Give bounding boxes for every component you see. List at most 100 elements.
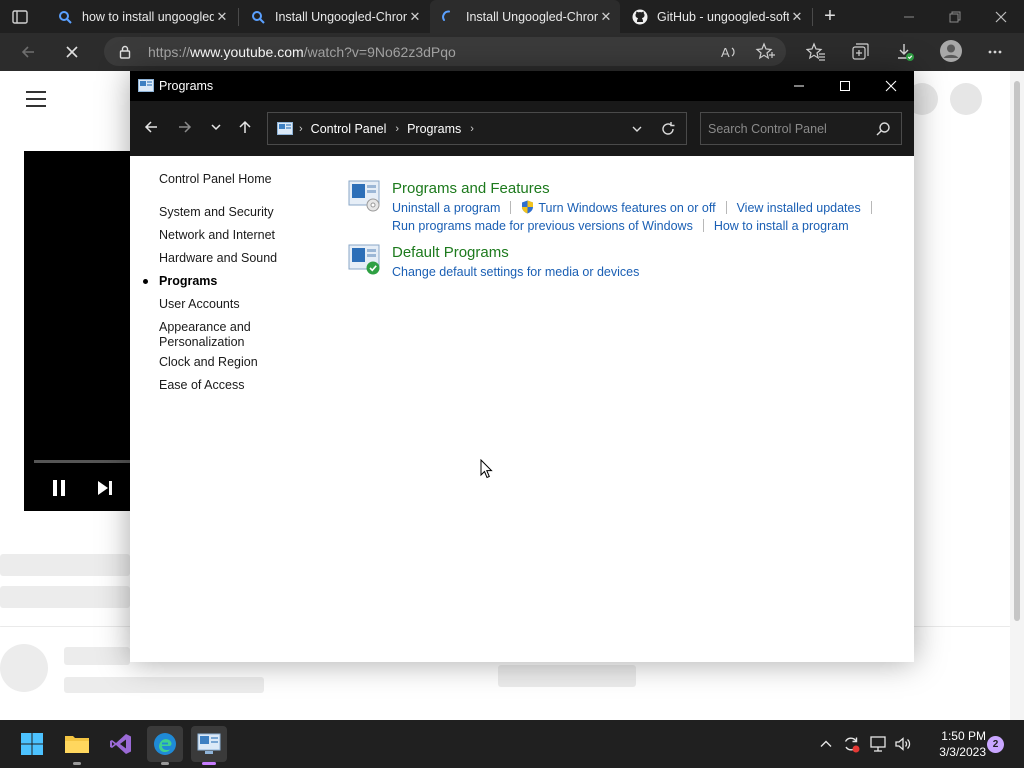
windows-features-link[interactable]: Turn Windows features on or off (538, 201, 715, 215)
sidebar-home-link[interactable]: Control Panel Home (159, 172, 309, 187)
pause-icon[interactable] (48, 477, 70, 499)
browser-minimize-button[interactable] (886, 0, 932, 33)
address-dropdown-chevron-icon[interactable] (630, 122, 644, 136)
breadcrumb-programs[interactable]: Programs (407, 122, 461, 136)
show-hidden-icons-chevron-icon[interactable] (816, 734, 836, 754)
search-box[interactable] (700, 112, 902, 145)
breadcrumb-control-panel[interactable]: Control Panel (311, 122, 387, 136)
lock-icon[interactable] (118, 45, 132, 59)
url-text[interactable]: https://www.youtube.com/watch?v=9No62z3d… (148, 44, 456, 60)
recent-locations-chevron-icon[interactable] (204, 115, 228, 139)
how-to-install-link[interactable]: How to install a program (714, 219, 849, 233)
change-default-settings-link[interactable]: Change default settings for media or dev… (392, 265, 639, 279)
tab-title: GitHub - ungoogled-software (657, 9, 789, 24)
tab-actions-icon[interactable] (10, 7, 30, 27)
sidebar-item-clock-region[interactable]: Clock and Region (159, 355, 309, 370)
uac-shield-icon (521, 200, 534, 214)
breadcrumb-separator[interactable]: › (470, 123, 474, 135)
running-indicator-active (202, 762, 216, 765)
tab-close-icon[interactable]: ✕ (407, 9, 423, 25)
browser-close-button[interactable] (978, 0, 1024, 33)
control-panel-taskbar-icon[interactable] (191, 726, 227, 765)
favorites-icon[interactable] (805, 41, 827, 63)
sidebar-item-system-security[interactable]: System and Security (159, 205, 309, 220)
video-progress-bar[interactable] (34, 460, 130, 463)
scrollbar-thumb[interactable] (1014, 81, 1020, 621)
profile-avatar-icon[interactable] (938, 38, 964, 64)
stop-loading-icon[interactable] (58, 38, 86, 66)
link-divider (725, 201, 727, 214)
mouse-cursor-icon (480, 458, 494, 479)
maximize-button[interactable] (822, 71, 868, 101)
svg-text:A: A (721, 45, 730, 60)
video-player[interactable] (24, 151, 130, 511)
control-panel-icon (277, 121, 293, 136)
close-button[interactable] (868, 71, 914, 101)
uninstall-program-link[interactable]: Uninstall a program (392, 201, 500, 215)
volume-speaker-icon[interactable] (893, 734, 913, 754)
browser-restore-button[interactable] (932, 0, 978, 33)
downloads-icon[interactable] (894, 41, 916, 63)
sync-status-icon[interactable] (841, 734, 861, 754)
visual-studio-icon[interactable] (103, 726, 139, 762)
programs-features-icon (348, 180, 382, 212)
browser-tab-3-active[interactable]: Install Ungoogled-Chromium ✕ (430, 0, 620, 33)
read-aloud-icon[interactable]: A (718, 41, 740, 63)
new-tab-button[interactable]: + (818, 5, 842, 29)
address-breadcrumb[interactable]: › Control Panel › Programs › (267, 112, 687, 145)
view-installed-updates-link[interactable]: View installed updates (737, 201, 861, 215)
collections-icon[interactable] (849, 41, 871, 63)
windows-taskbar: 1:50 PM 3/3/2023 2 (0, 720, 1024, 768)
compatibility-link[interactable]: Run programs made for previous versions … (392, 219, 693, 233)
address-bar[interactable]: https://www.youtube.com/watch?v=9No62z3d… (104, 37, 786, 66)
next-video-icon[interactable] (94, 477, 116, 499)
loading-placeholder (0, 644, 48, 692)
placeholder-avatar (950, 83, 982, 115)
more-options-icon[interactable] (984, 41, 1006, 63)
sidebar-item-appearance[interactable]: Appearance and Personalization (159, 320, 269, 350)
search-input[interactable] (701, 121, 875, 136)
forward-arrow-icon[interactable] (173, 115, 197, 139)
running-indicator (161, 762, 169, 765)
microsoft-edge-icon[interactable] (147, 726, 183, 765)
sidebar-item-ease-of-access[interactable]: Ease of Access (159, 378, 309, 393)
refresh-icon[interactable] (660, 121, 676, 137)
tab-close-icon[interactable]: ✕ (214, 9, 230, 25)
notification-count-badge[interactable]: 2 (987, 736, 1004, 753)
browser-tab-4[interactable]: GitHub - ungoogled-software ✕ (621, 0, 811, 33)
loading-placeholder (64, 647, 130, 665)
up-arrow-icon[interactable] (233, 115, 257, 139)
sidebar-item-hardware-sound[interactable]: Hardware and Sound (159, 251, 309, 266)
category-title[interactable]: Programs and Features (392, 180, 550, 197)
system-clock[interactable]: 1:50 PM 3/3/2023 (920, 728, 986, 760)
file-explorer-icon[interactable] (59, 726, 95, 765)
add-favorite-icon[interactable] (754, 41, 776, 63)
category-title[interactable]: Default Programs (392, 244, 509, 261)
search-icon (57, 9, 73, 25)
tab-close-icon[interactable]: ✕ (598, 9, 614, 25)
search-icon[interactable] (875, 121, 891, 137)
back-arrow-icon[interactable] (14, 38, 42, 66)
window-titlebar[interactable]: Programs (130, 71, 914, 101)
search-icon (250, 9, 266, 25)
browser-tab-2[interactable]: Install Ungoogled-Chromium ✕ (239, 0, 429, 33)
sidebar-item-programs[interactable]: Programs (159, 274, 309, 289)
breadcrumb-separator[interactable]: › (299, 123, 303, 135)
link-divider (702, 219, 704, 232)
breadcrumb-separator[interactable]: › (395, 123, 399, 135)
category-links: Change default settings for media or dev… (392, 263, 892, 281)
window-title: Programs (159, 79, 214, 93)
page-scrollbar[interactable] (1010, 71, 1024, 720)
minimize-button[interactable] (776, 71, 822, 101)
sidebar-item-network-internet[interactable]: Network and Internet (159, 228, 309, 243)
network-monitor-icon[interactable] (868, 734, 888, 754)
sidebar-item-user-accounts[interactable]: User Accounts (159, 297, 309, 312)
tab-title: Install Ungoogled-Chromium (466, 9, 598, 24)
tab-title: how to install ungoogled-chromium (82, 9, 214, 24)
tab-close-icon[interactable]: ✕ (789, 9, 805, 25)
browser-tab-1[interactable]: how to install ungoogled-chromium ✕ (46, 0, 236, 33)
back-arrow-icon[interactable] (139, 115, 163, 139)
explorer-navigation-bar: › Control Panel › Programs › (130, 101, 914, 156)
hamburger-menu-icon[interactable] (26, 91, 46, 107)
start-button-windows-icon[interactable] (14, 726, 50, 762)
